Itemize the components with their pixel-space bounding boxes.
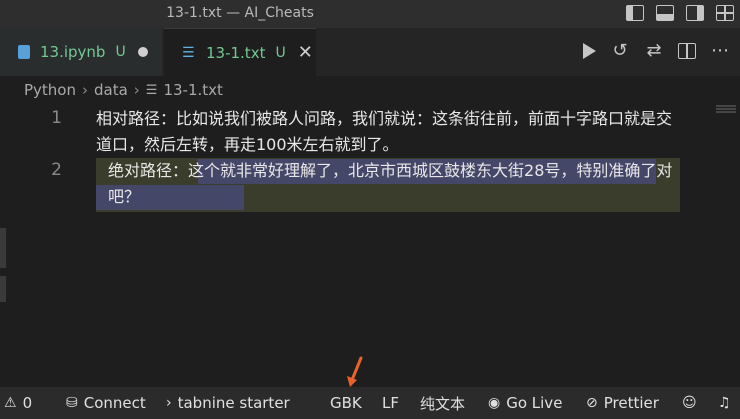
broadcast-icon: ◉ — [488, 395, 501, 411]
encoding-label: GBK — [330, 394, 362, 412]
gutter-decoration — [0, 228, 6, 268]
more-actions-icon[interactable]: ⋯ — [710, 42, 730, 60]
unsaved-dot-icon[interactable] — [137, 47, 148, 57]
selected-text: 这个就非常好理解了，北京市西城区鼓楼东大街28号，特别准确了对吧？ — [108, 161, 673, 206]
text-file-icon: ☰ — [182, 44, 195, 61]
connect-item[interactable]: ⛁ Connect — [66, 387, 146, 419]
tabnine-item[interactable]: › tabnine starter — [166, 387, 290, 419]
customize-layout-icon[interactable] — [716, 5, 734, 21]
breadcrumb-item[interactable]: Python — [24, 81, 76, 99]
warning-count: 0 — [22, 394, 33, 412]
tab-text-file[interactable]: ☰ 13-1.txt U ✕ — [164, 28, 316, 76]
split-editor-icon[interactable] — [678, 43, 696, 59]
annotation-arrow-icon — [347, 356, 363, 387]
line-number: 2 — [51, 160, 62, 180]
toggle-primary-sidebar-icon[interactable] — [626, 5, 644, 21]
tab-label: 13.ipynb — [40, 43, 106, 61]
minimap[interactable] — [716, 104, 736, 114]
prettier-item[interactable]: ⊘ Prettier — [586, 387, 659, 419]
eol-item[interactable]: LF — [382, 387, 399, 419]
bell-icon: ♫ — [718, 395, 731, 411]
breadcrumb-item[interactable]: 13-1.txt — [163, 81, 222, 99]
chevron-right-icon: › — [133, 81, 140, 99]
tab-bar: 13.ipynb U ☰ 13-1.txt U ✕ ↺ ⇄ ⋯ — [0, 28, 740, 76]
encoding-item[interactable]: GBK — [330, 387, 362, 419]
line-number: 1 — [51, 108, 62, 128]
line-prefix: 绝对路径： — [108, 161, 189, 180]
editor-area[interactable]: 1 相对路径：比如说我们被路人问路，我们就说：这条街往前，前面十字路口就是交道口… — [0, 104, 740, 387]
prettier-label: Prettier — [603, 394, 659, 412]
prohibited-icon: ⊘ — [586, 395, 598, 411]
scm-gutter — [0, 104, 6, 387]
go-live-label: Go Live — [506, 394, 563, 412]
problems-indicator[interactable]: ⚠ 0 — [4, 387, 32, 419]
editor-actions: ↺ ⇄ ⋯ — [579, 42, 730, 60]
chevron-right-icon: › — [82, 81, 88, 99]
feedback-item[interactable]: ☺ — [682, 387, 703, 419]
breadcrumb-item[interactable]: data — [94, 81, 128, 99]
language-label: 纯文本 — [420, 394, 466, 413]
tab-status: U — [115, 44, 126, 60]
text-file-icon: ☰ — [145, 82, 158, 98]
notebook-icon — [18, 45, 30, 59]
breadcrumb: Python › data › ☰ 13-1.txt — [0, 76, 740, 104]
warning-icon: ⚠ — [4, 395, 17, 411]
database-icon: ⛁ — [66, 395, 78, 411]
tabnine-label: tabnine starter — [177, 394, 290, 412]
gutter-decoration — [0, 276, 6, 302]
code-line[interactable]: 绝对路径：这个就非常好理解了，北京市西城区鼓楼东大街28号，特别准确了对吧？ — [96, 158, 676, 210]
go-live-item[interactable]: ◉ Go Live — [488, 387, 562, 419]
history-icon[interactable]: ↺ — [610, 42, 630, 60]
tabnine-icon: › — [166, 395, 172, 411]
toggle-panel-icon[interactable] — [656, 5, 674, 21]
language-mode-item[interactable]: 纯文本 — [420, 387, 465, 419]
run-icon[interactable] — [583, 43, 596, 59]
tab-notebook[interactable]: 13.ipynb U — [0, 28, 162, 76]
toggle-secondary-sidebar-icon[interactable] — [686, 5, 704, 21]
code-line[interactable]: 相对路径：比如说我们被路人问路，我们就说：这条街往前，前面十字路口就是交道口，然… — [96, 106, 676, 158]
window-title: 13-1.txt — AI_Cheats — [166, 5, 314, 21]
compare-changes-icon[interactable]: ⇄ — [644, 42, 664, 60]
notifications-item[interactable]: ♫ — [718, 387, 737, 419]
tab-status: U — [275, 44, 286, 61]
tab-label: 13-1.txt — [206, 43, 266, 62]
feedback-icon: ☺ — [682, 395, 697, 411]
connect-label: Connect — [83, 394, 146, 412]
title-bar: 13-1.txt — AI_Cheats — [0, 0, 740, 28]
eol-label: LF — [382, 394, 399, 412]
close-icon[interactable]: ✕ — [298, 43, 313, 62]
layout-controls — [626, 5, 734, 21]
status-bar: ⚠ 0 ⛁ Connect › tabnine starter GBK LF 纯… — [0, 387, 740, 419]
